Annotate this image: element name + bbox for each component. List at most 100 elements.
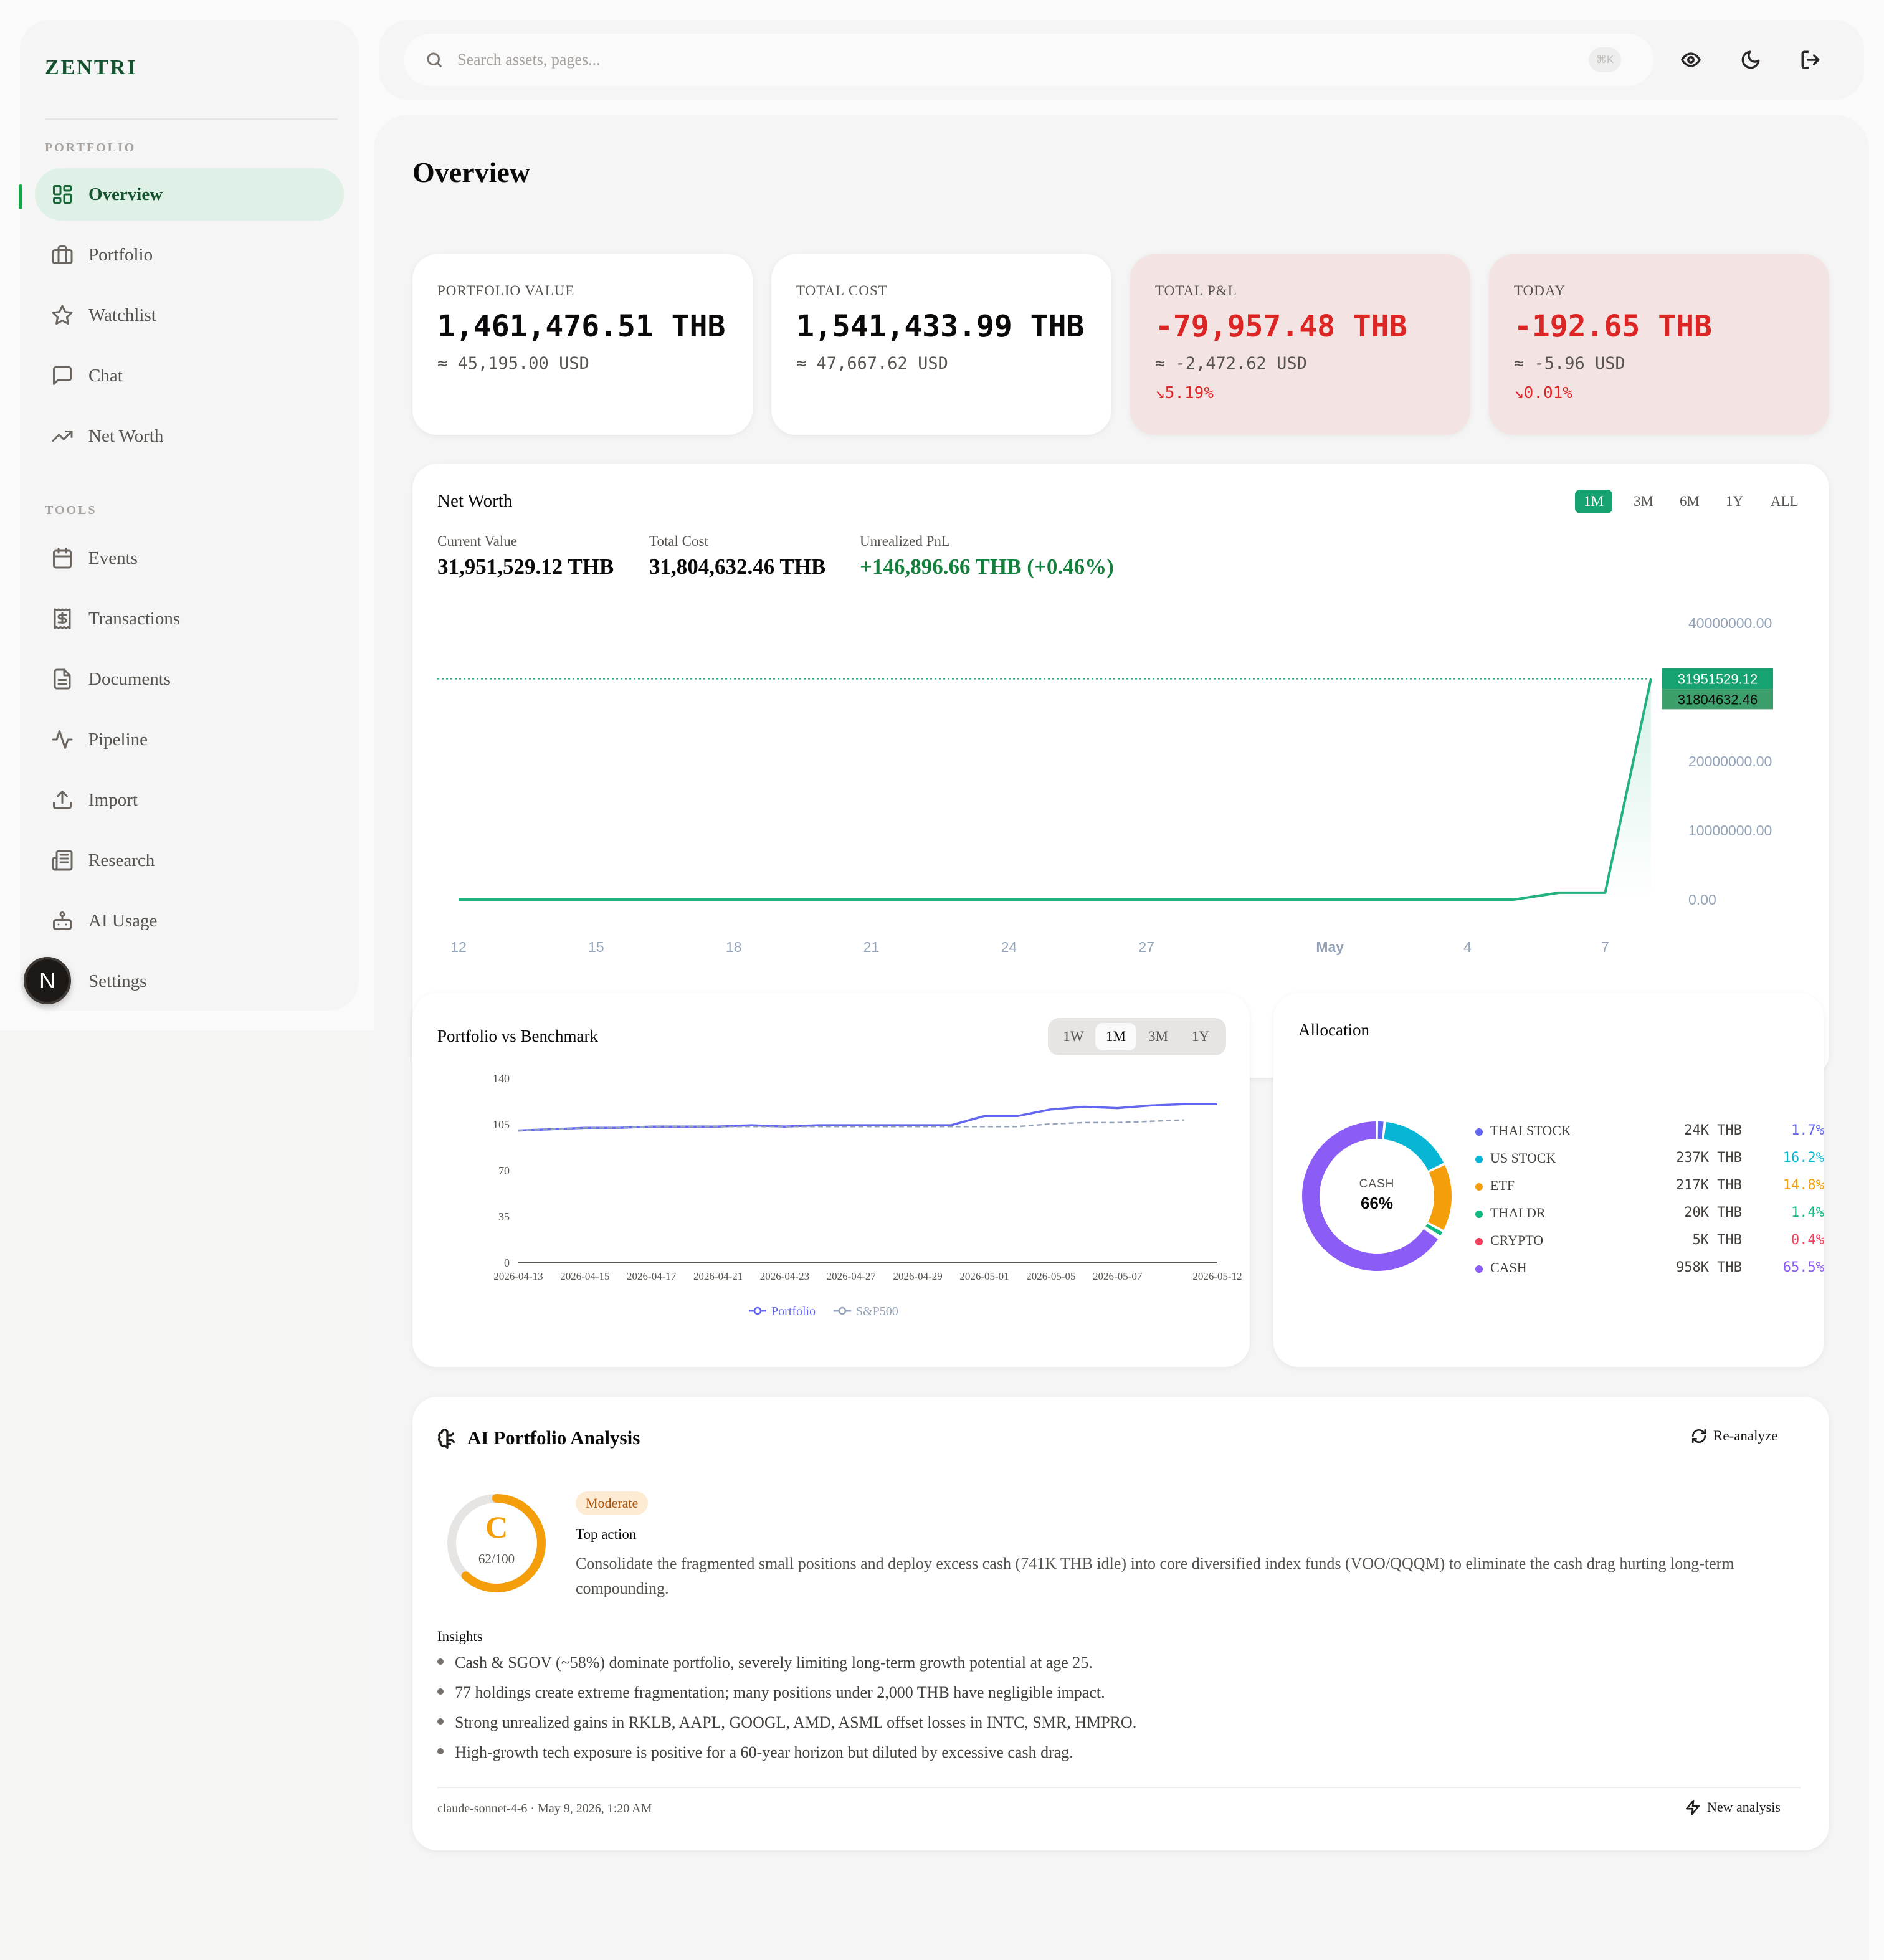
x-tick-label: May <box>1316 939 1344 955</box>
reanalyze-button[interactable]: Re-analyze <box>1691 1428 1777 1444</box>
page-title: Overview <box>412 156 531 188</box>
sidebar-item-label: Pipeline <box>88 729 148 749</box>
sidebar-item-net-worth[interactable]: Net Worth <box>35 410 344 462</box>
x-tick-label: 12 <box>450 939 467 955</box>
upload-icon <box>50 787 75 812</box>
legend-percent: 0.4% <box>1791 1232 1824 1248</box>
brand-logo[interactable]: ZENTRI <box>45 56 137 80</box>
legend-dot <box>1475 1265 1483 1273</box>
sidebar-item-label: Documents <box>88 668 171 689</box>
avatar[interactable]: N <box>24 957 71 1004</box>
risk-badge: Moderate <box>576 1491 649 1515</box>
x-tick-label: 2026-04-13 <box>493 1270 543 1282</box>
svg-text:S&P500: S&P500 <box>856 1305 898 1318</box>
allocation-title: Allocation <box>1298 1020 1369 1039</box>
x-tick-label: 24 <box>1001 939 1017 955</box>
svg-text:31804632.46: 31804632.46 <box>1678 692 1758 707</box>
legend-name: THAI DR <box>1490 1205 1546 1220</box>
legend-name: THAI STOCK <box>1490 1123 1571 1138</box>
legend-amount: 5K THB <box>1692 1232 1742 1248</box>
chat-icon <box>50 363 75 388</box>
stat-percent-change: ↘5.19% <box>1155 384 1214 402</box>
sidebar-item-portfolio[interactable]: Portfolio <box>35 229 344 281</box>
legend-percent: 1.4% <box>1791 1205 1824 1220</box>
stat-usd-value: ≈ 47,667.62 USD <box>796 354 948 373</box>
sidebar-item-chat[interactable]: Chat <box>35 350 344 402</box>
sidebar-item-pipeline[interactable]: Pipeline <box>35 713 344 766</box>
sidebar-item-label: Events <box>88 548 138 568</box>
net-worth-chart[interactable]: 40000000.0030000000.0020000000.001000000… <box>412 464 1829 1078</box>
net-worth-card: Net Worth 1M 3M 6M 1Y ALL Current Value 31,9… <box>412 464 1829 1078</box>
bullet <box>437 1718 444 1725</box>
sidebar: ZENTRI PORTFOLIO TOOLS Overview Portfolio… <box>20 20 359 1011</box>
insight-text: Strong unrealized gains in RKLB, AAPL, G… <box>455 1713 1137 1731</box>
stat-label: TODAY <box>1514 283 1566 298</box>
sidebar-item-import[interactable]: Import <box>35 774 344 826</box>
brain-icon <box>436 1428 459 1450</box>
newspaper-icon <box>50 848 75 873</box>
shortcut-badge: ⌘K <box>1589 47 1621 72</box>
total-cost-marker: 31804632.46 <box>1662 689 1773 710</box>
insight-text: Cash & SGOV (~58%) dominate portfolio, s… <box>455 1653 1093 1672</box>
sidebar-item-watchlist[interactable]: Watchlist <box>35 289 344 341</box>
bolt-icon <box>1685 1799 1700 1815</box>
sidebar-item-transactions[interactable]: Transactions <box>35 592 344 645</box>
benchmark-chart[interactable]: 140 105 70 35 02026-04-13 2026-04-15 2026-04-1… <box>412 993 1250 1367</box>
insight-text: High-growth tech exposure is positive fo… <box>455 1743 1073 1761</box>
allocation-card: Allocation CASH 66% THAI STOCK 24K THB 1.7… <box>1273 993 1824 1367</box>
x-tick-label: 2026-04-15 <box>560 1270 609 1282</box>
insights-label: Insights <box>437 1629 483 1644</box>
stat-percent-change: ↘0.01% <box>1514 384 1572 402</box>
legend-dot <box>1475 1211 1483 1218</box>
donut-slice-us-stock[interactable] <box>1383 1121 1444 1171</box>
legend-dot <box>1475 1156 1483 1163</box>
sidebar-item-ai-usage[interactable]: AI Usage <box>35 895 344 947</box>
legend-amount: 20K THB <box>1684 1205 1742 1220</box>
net-worth-line <box>459 678 1652 901</box>
stat-label: TOTAL P&L <box>1155 283 1237 298</box>
sidebar-item-label: AI Usage <box>88 910 158 931</box>
stat-value: -192.65 THB <box>1514 309 1712 344</box>
briefcase-icon <box>50 242 75 267</box>
stat-label: PORTFOLIO VALUE <box>437 283 575 298</box>
y-tick-label: 0 <box>504 1257 510 1269</box>
sidebar-item-label: Transactions <box>88 608 181 629</box>
x-tick-label: 2026-05-01 <box>959 1270 1009 1282</box>
search-icon <box>427 52 442 68</box>
eye-icon[interactable] <box>1676 45 1706 75</box>
sidebar-item-overview[interactable]: Overview <box>35 168 344 221</box>
donut-center-value: 66% <box>1360 1194 1394 1212</box>
legend-portfolio[interactable]: Portfolio <box>749 1305 816 1318</box>
donut-slice-thai-dr[interactable] <box>1425 1224 1443 1236</box>
legend-percent: 1.7% <box>1791 1123 1824 1138</box>
sidebar-item-documents[interactable]: Documents <box>35 653 344 705</box>
legend-percent: 65.5% <box>1782 1260 1824 1275</box>
new-analysis-button[interactable]: New analysis <box>1685 1799 1781 1815</box>
search-box[interactable]: ⌘K <box>404 34 1653 86</box>
active-indicator <box>19 184 22 209</box>
top-bar: ⌘K <box>379 20 1864 100</box>
moon-icon[interactable] <box>1736 45 1766 75</box>
stat-card-total-p-l: TOTAL P&L -79,957.48 THB ≈ -2,472.62 USD ↘5… <box>1130 254 1470 435</box>
sidebar-item-label: Import <box>88 789 138 810</box>
sidebar-item-settings[interactable]: Settings <box>35 955 344 1007</box>
logout-icon[interactable] <box>1796 45 1825 75</box>
net-worth-area <box>459 678 1651 900</box>
legend-name: CRYPTO <box>1490 1232 1544 1248</box>
app-root: ZENTRI PORTFOLIO TOOLS Overview Portfolio… <box>0 0 1884 1960</box>
main-content: Overview PORTFOLIO VALUE 1,461,476.51 THB… <box>374 115 1869 1960</box>
ai-divider <box>437 1787 1801 1788</box>
sidebar-item-label: Overview <box>88 184 163 204</box>
y-tick-label: 0.00 <box>1688 892 1716 908</box>
legend-s-p500[interactable]: S&P500 <box>834 1305 898 1318</box>
y-tick-label: 105 <box>493 1118 510 1131</box>
legend-row-thai-dr: THAI DR 20K THB 1.4% <box>1475 1201 1824 1229</box>
x-tick-label: 2026-04-17 <box>627 1270 677 1282</box>
star-icon <box>50 303 75 328</box>
stat-value: 1,541,433.99 THB <box>796 309 1085 344</box>
sidebar-item-research[interactable]: Research <box>35 834 344 887</box>
search-input[interactable] <box>457 50 1516 69</box>
sidebar-item-events[interactable]: Events <box>35 532 344 584</box>
x-tick-label: 4 <box>1463 939 1472 955</box>
ai-analysis-title: AI Portfolio Analysis <box>467 1427 640 1449</box>
